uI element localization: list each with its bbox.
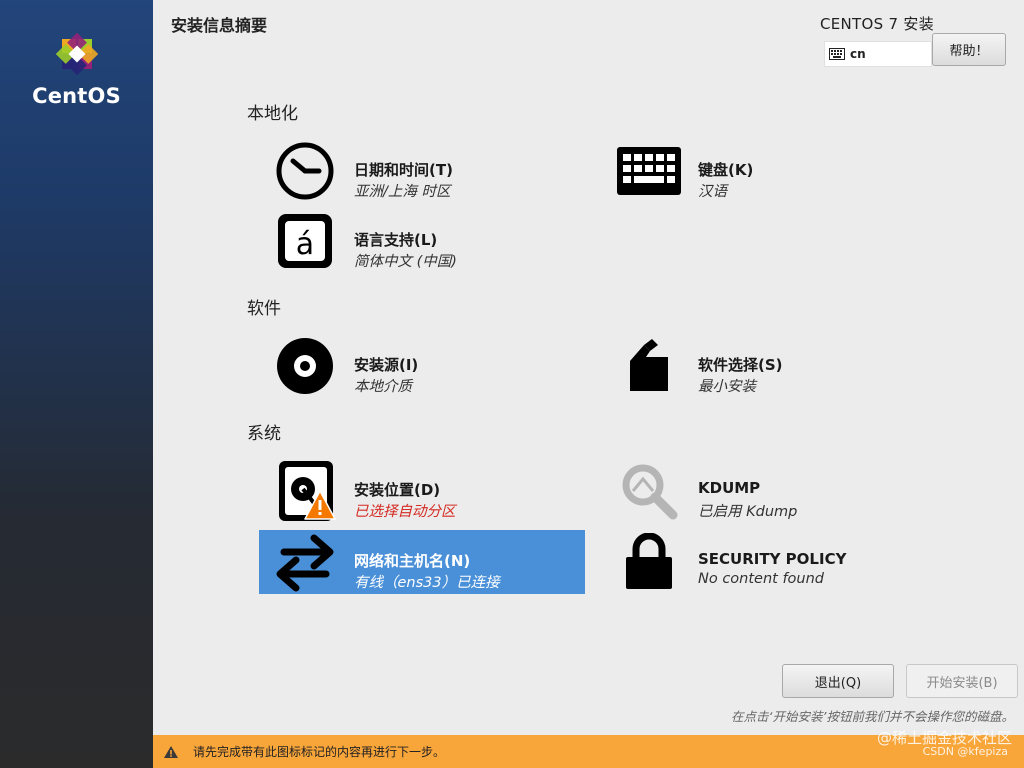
package-icon [630,339,668,391]
spoke-datetime[interactable]: 日期和时间(T) 亚洲/上海 时区 [259,139,585,203]
page-title: 安装信息摘要 [171,16,268,35]
centos-logo: CentOS [0,30,153,108]
spoke-software-selection[interactable]: 软件选择(S) 最小安装 [603,334,929,398]
spoke-keyboard[interactable]: 键盘(K) 汉语 [603,139,929,203]
lock-icon [626,533,672,589]
spoke-kdump-status: 已启用 Kdump [698,504,798,520]
spoke-language[interactable]: á 语言支持(L) 简体中文 (中国) [259,209,585,273]
spoke-security-policy-status: No content found [698,571,825,587]
section-software: 软件 [247,299,281,319]
spoke-datetime-label: 日期和时间(T) [354,161,453,179]
clock-icon [276,142,334,200]
spoke-install-source-label: 安装源(I) [354,356,419,374]
spoke-install-destination-status: 已选择自动分区 [354,504,456,520]
keyboard-icon [617,147,681,195]
spoke-install-source[interactable]: 安装源(I) 本地介质 [259,334,585,398]
svg-text:á: á [296,227,314,262]
spoke-kdump-label: KDUMP [698,479,761,497]
warning-icon [304,490,336,520]
language-icon: á [278,214,332,268]
spoke-network-hostname-status: 有线（ens33）已连接 [354,575,500,591]
main-panel: 安装信息摘要 CENTOS 7 安装 cn 帮助！ 本地化 日期和时间(T) 亚… [153,0,1024,768]
section-system: 系统 [247,424,281,444]
help-button[interactable]: 帮助！ [932,33,1006,66]
watermark-csdn: CSDN @kfepiza [922,745,1008,758]
disk-disclaimer: 在点击‘开始安装’按钮前我们并不会操作您的磁盘。 [731,709,1014,724]
spoke-software-selection-label: 软件选择(S) [698,356,783,374]
spoke-install-destination-label: 安装位置(D) [354,481,441,499]
centos-logo-icon [55,32,98,76]
disc-icon [277,338,333,394]
spoke-install-source-status: 本地介质 [354,379,412,395]
spoke-kdump[interactable]: KDUMP 已启用 Kdump [603,459,929,523]
keyboard-small-icon [829,48,845,60]
logo-text: CentOS [32,84,121,108]
network-arrows-icon [276,534,334,592]
sidebar: CentOS [0,0,153,768]
spoke-security-policy[interactable]: SECURITY POLICY No content found [603,530,929,594]
warning-text: 请先完成带有此图标标记的内容再进行下一步。 [193,745,446,759]
spoke-keyboard-status: 汉语 [698,184,727,200]
quit-button[interactable]: 退出(Q) [782,664,894,698]
spoke-language-label: 语言支持(L) [354,231,438,249]
section-localization: 本地化 [247,104,298,124]
spoke-network-hostname-label: 网络和主机名(N) [354,552,471,570]
search-icon [622,464,678,520]
begin-installation-button[interactable]: 开始安装(B) [906,664,1018,698]
spoke-language-status: 简体中文 (中国) [354,254,457,270]
keyboard-layout-indicator[interactable]: cn [824,41,932,67]
spoke-keyboard-label: 键盘(K) [698,161,754,179]
spoke-install-destination[interactable]: 安装位置(D) 已选择自动分区 [259,459,585,523]
install-title: CENTOS 7 安装 [819,15,934,33]
spoke-software-selection-status: 最小安装 [698,379,756,395]
spoke-datetime-status: 亚洲/上海 时区 [354,184,451,200]
keyboard-layout-value: cn [850,47,866,61]
spoke-network-hostname[interactable]: 网络和主机名(N) 有线（ens33）已连接 [259,530,585,594]
warning-icon [164,745,178,758]
spoke-security-policy-label: SECURITY POLICY [698,550,847,568]
